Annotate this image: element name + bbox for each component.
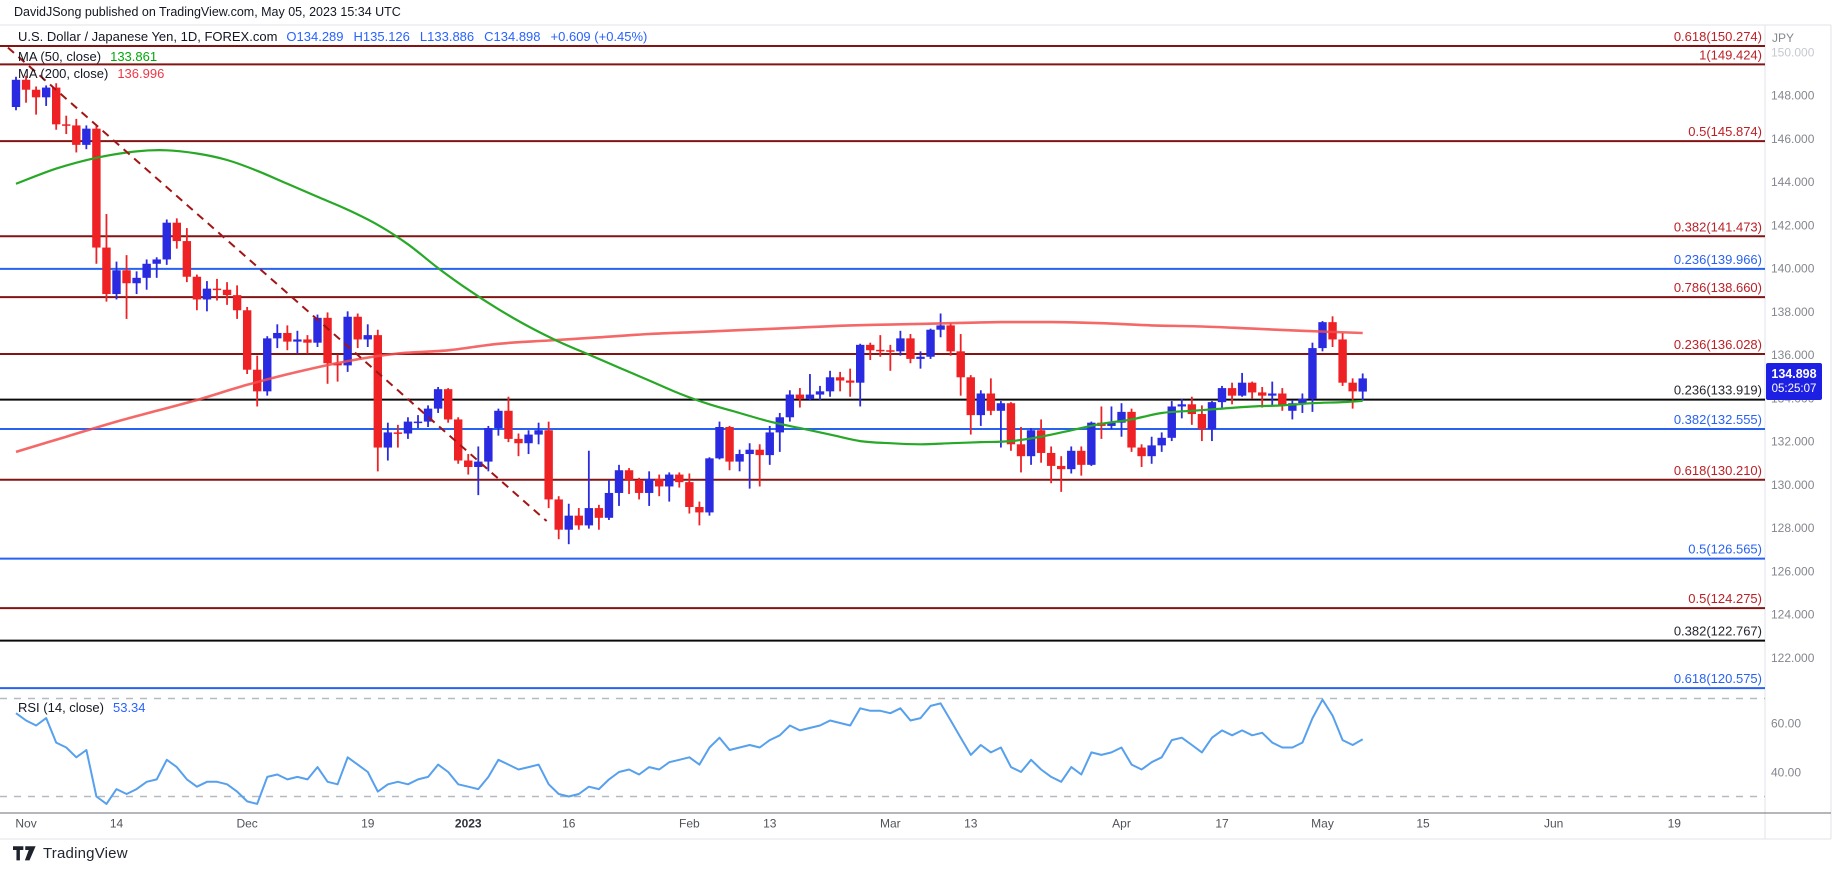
fib-level-label: 0.382(132.555) — [1674, 412, 1762, 427]
time-tick-label: 19 — [361, 817, 375, 831]
fib-level-label: 0.382(122.767) — [1674, 624, 1762, 639]
high-value: H135.126 — [354, 29, 410, 44]
open-value: O134.289 — [286, 29, 343, 44]
fib-level-label: 0.618(150.274) — [1674, 29, 1762, 44]
chart-canvas[interactable]: 0.618(150.274) 1(149.424) 0.5(145.874) 0.38… — [0, 0, 1834, 875]
time-tick-label: 15 — [1416, 817, 1430, 831]
candle — [1087, 422, 1095, 466]
time-tick-label: 13 — [763, 817, 777, 831]
candle — [243, 307, 251, 374]
candle — [906, 334, 914, 363]
time-tick-label: Feb — [679, 817, 700, 831]
rsi-tick-label: 60.00 — [1771, 717, 1801, 731]
price-tick-label: 138.000 — [1771, 305, 1815, 319]
published-header: DavidJSong published on TradingView.com,… — [14, 5, 401, 19]
ohlc-values: O134.289 H135.126 L133.886 C134.898 +0.6… — [286, 29, 647, 44]
time-tick-label: 19 — [1668, 817, 1682, 831]
time-tick-label: Mar — [880, 817, 901, 831]
fib-level-label: 0.236(139.966) — [1674, 252, 1762, 267]
time-tick-label: Nov — [15, 817, 36, 831]
price-tick-label: 142.000 — [1771, 218, 1815, 232]
ma200-legend-row: MA (200, close) 136.996 — [18, 66, 164, 81]
time-tick-label: 16 — [562, 817, 576, 831]
ma50-value: 133.861 — [110, 49, 157, 64]
ma50-label[interactable]: MA (50, close) — [18, 49, 101, 64]
time-tick-label: 14 — [110, 817, 124, 831]
candle — [1318, 321, 1326, 351]
last-price-badge[interactable]: 134.898 05:25:07 — [1766, 363, 1822, 400]
candle — [705, 457, 713, 515]
candle — [544, 422, 552, 508]
time-tick-label: 13 — [964, 817, 978, 831]
fib-level-label: 0.618(130.210) — [1674, 463, 1762, 478]
fib-level-label: 0.236(136.028) — [1674, 337, 1762, 352]
time-tick-label: Jun — [1544, 817, 1563, 831]
fib-level-label: 0.786(138.660) — [1674, 280, 1762, 295]
ma200-value: 136.996 — [117, 66, 164, 81]
candle — [263, 336, 271, 395]
candle — [1338, 333, 1346, 386]
candle — [786, 390, 794, 421]
currency-axis-label: JPY — [1772, 31, 1794, 45]
time-tick-label: Apr — [1112, 817, 1131, 831]
candle — [946, 323, 954, 355]
candle — [926, 329, 934, 359]
fib-level-label: 0.618(120.575) — [1674, 671, 1762, 686]
rsi-label[interactable]: RSI (14, close) — [18, 700, 104, 715]
candle — [92, 125, 100, 263]
price-tick-label: 130.000 — [1771, 478, 1815, 492]
tradingview-logo-icon — [13, 846, 36, 861]
price-tick-label: 128.000 — [1771, 521, 1815, 535]
change-value: +0.609 (+0.45%) — [551, 29, 648, 44]
candle — [1168, 401, 1176, 441]
price-tick-label: 140.000 — [1771, 262, 1815, 276]
price-tick-label: 132.000 — [1771, 435, 1815, 449]
price-tick-label: 150.000 — [1771, 45, 1815, 59]
price-tick-label: 136.000 — [1771, 348, 1815, 362]
candle — [444, 388, 452, 423]
low-value: L133.886 — [420, 29, 474, 44]
tradingview-footer[interactable]: TradingView — [13, 845, 128, 862]
fib-level-label: 0.382(141.473) — [1674, 219, 1762, 234]
candle — [1127, 409, 1135, 452]
rsi-tick-label: 40.00 — [1771, 766, 1801, 780]
candle — [12, 77, 20, 111]
rsi-value: 53.34 — [113, 700, 146, 715]
fib-level-label: 0.5(124.275) — [1688, 591, 1762, 606]
candle — [715, 422, 723, 460]
fib-level-label: 0.5(145.874) — [1688, 124, 1762, 139]
last-price: 134.898 — [1766, 367, 1822, 383]
price-tick-label: 148.000 — [1771, 89, 1815, 103]
time-tick-label: Dec — [236, 817, 257, 831]
brand-name: TradingView — [43, 845, 128, 862]
price-tick-label: 146.000 — [1771, 132, 1815, 146]
fib-level-label: 0.5(126.565) — [1688, 542, 1762, 557]
chart-plot-area[interactable] — [0, 25, 1765, 813]
tradingview-published-chart: 0.618(150.274) 1(149.424) 0.5(145.874) 0.38… — [0, 0, 1834, 875]
ma50-legend-row: MA (50, close) 133.861 — [18, 49, 157, 64]
time-tick-label: May — [1311, 817, 1334, 831]
time-tick-label: 17 — [1215, 817, 1229, 831]
price-tick-label: 124.000 — [1771, 608, 1815, 622]
bar-countdown: 05:25:07 — [1766, 382, 1822, 396]
fib-level-label: 0.236(133.919) — [1674, 383, 1762, 398]
symbol-legend-row: U.S. Dollar / Japanese Yen, 1D, FOREX.co… — [18, 29, 647, 44]
price-tick-label: 122.000 — [1771, 651, 1815, 665]
candle — [163, 219, 171, 264]
price-tick-label: 126.000 — [1771, 564, 1815, 578]
symbol-title[interactable]: U.S. Dollar / Japanese Yen, 1D, FOREX.co… — [18, 29, 277, 44]
candle — [52, 83, 60, 129]
candle — [1007, 402, 1015, 451]
time-tick-label: 2023 — [455, 817, 482, 831]
fib-level-label: 1(149.424) — [1699, 47, 1762, 62]
price-tick-label: 144.000 — [1771, 175, 1815, 189]
ma200-label[interactable]: MA (200, close) — [18, 66, 108, 81]
rsi-legend-row: RSI (14, close) 53.34 — [18, 700, 146, 715]
close-value: C134.898 — [484, 29, 540, 44]
